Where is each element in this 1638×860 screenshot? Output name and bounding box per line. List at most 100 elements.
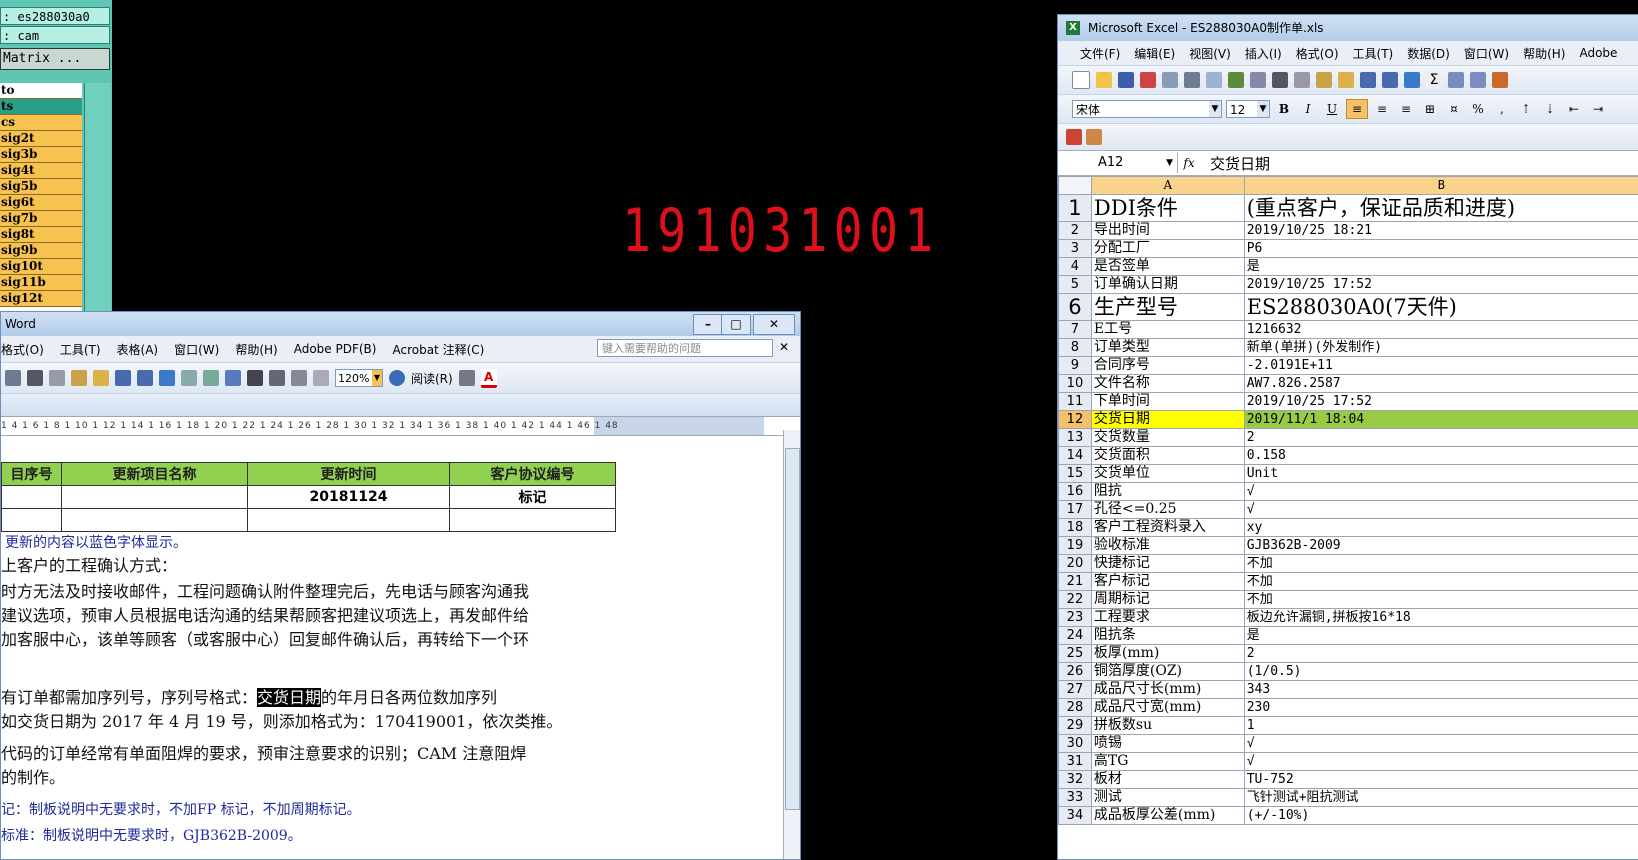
table-row[interactable]: 15交货单位Unit xyxy=(1059,465,1638,483)
word-menu-adobe-pdf[interactable]: Adobe PDF(B) xyxy=(294,342,377,356)
spelling-icon[interactable] xyxy=(1228,72,1244,88)
row-header[interactable]: 33 xyxy=(1059,789,1092,807)
row-header[interactable]: 8 xyxy=(1059,339,1092,357)
word-menu-tools[interactable]: 工具(T) xyxy=(60,341,101,358)
percent-icon[interactable]: % xyxy=(1468,100,1488,118)
table-row[interactable]: 18客户工程资料录入xy xyxy=(1059,519,1638,537)
print-preview-icon[interactable] xyxy=(1206,72,1222,88)
align-right-icon[interactable]: ≡ xyxy=(1396,100,1416,118)
cell-b[interactable]: 2019/10/25 18:21 xyxy=(1244,222,1638,240)
layer-item[interactable]: sig8t xyxy=(0,227,82,243)
cell-a[interactable]: 喷锡 xyxy=(1091,735,1244,753)
row-header[interactable]: 11 xyxy=(1059,393,1092,411)
cell-b[interactable]: Unit xyxy=(1244,465,1638,483)
row-header[interactable]: 31 xyxy=(1059,753,1092,771)
cell-a[interactable]: 生产型号 xyxy=(1091,294,1244,321)
cut-icon[interactable] xyxy=(1272,72,1288,88)
cell-a[interactable]: 文件名称 xyxy=(1091,375,1244,393)
sort-ascending-icon[interactable] xyxy=(1448,72,1464,88)
excel-menu-window[interactable]: 窗口(W) xyxy=(1464,45,1509,62)
insert-excel-icon[interactable] xyxy=(225,370,241,386)
help-icon[interactable] xyxy=(389,370,405,386)
cell-a[interactable]: 工程要求 xyxy=(1091,609,1244,627)
fx-icon[interactable]: fx xyxy=(1178,156,1200,170)
font-size-select[interactable]: 12 ▼ xyxy=(1226,100,1270,118)
row-header[interactable]: 19 xyxy=(1059,537,1092,555)
row-header[interactable]: 2 xyxy=(1059,222,1092,240)
cell-a[interactable]: 板材 xyxy=(1091,771,1244,789)
new-icon[interactable] xyxy=(1072,71,1090,89)
row-header[interactable]: 3 xyxy=(1059,240,1092,258)
row-header[interactable]: 12 xyxy=(1059,411,1092,429)
column-header-b[interactable]: B xyxy=(1244,177,1638,195)
table-row[interactable]: 31高TG√ xyxy=(1059,753,1638,771)
permission-icon[interactable] xyxy=(1140,72,1156,88)
cell-a[interactable]: 拼板数su xyxy=(1091,717,1244,735)
redo-icon[interactable] xyxy=(137,370,153,386)
cell-b[interactable]: 2019/10/25 17:52 xyxy=(1244,276,1638,294)
table-row[interactable]: 9合同序号-2.0191E+11 xyxy=(1059,357,1638,375)
row-header[interactable]: 24 xyxy=(1059,627,1092,645)
excel-menu-insert[interactable]: 插入(I) xyxy=(1245,45,1282,62)
drawing-icon[interactable] xyxy=(269,370,285,386)
cell-b[interactable]: GJB362B-2009 xyxy=(1244,537,1638,555)
cell-b[interactable]: √ xyxy=(1244,483,1638,501)
table-row[interactable]: 16阻抗√ xyxy=(1059,483,1638,501)
help-search-input[interactable]: 键入需要帮助的问题 xyxy=(597,339,773,357)
row-header[interactable]: 28 xyxy=(1059,699,1092,717)
undo-icon[interactable] xyxy=(115,370,131,386)
table-row[interactable]: 22周期标记不加 xyxy=(1059,591,1638,609)
document-map-icon[interactable] xyxy=(291,370,307,386)
italic-button[interactable]: I xyxy=(1298,100,1318,118)
cell-b[interactable]: 2 xyxy=(1244,429,1638,447)
cell-b[interactable]: √ xyxy=(1244,753,1638,771)
layer-item[interactable]: sig10t xyxy=(0,259,82,275)
cell-a[interactable]: 成品尺寸长(mm) xyxy=(1091,681,1244,699)
paste-icon[interactable] xyxy=(71,370,87,386)
cell-b[interactable]: -2.0191E+11 xyxy=(1244,357,1638,375)
row-header[interactable]: 10 xyxy=(1059,375,1092,393)
table-row[interactable]: 26铜箔厚度(OZ)(1/0.5) xyxy=(1059,663,1638,681)
table-cell[interactable] xyxy=(2,509,62,532)
table-row[interactable]: 10文件名称AW7.826.2587 xyxy=(1059,375,1638,393)
align-center-icon[interactable]: ≡ xyxy=(1372,100,1392,118)
cell-a[interactable]: 导出时间 xyxy=(1091,222,1244,240)
cell-b[interactable]: ES288030A0(7天件) xyxy=(1244,294,1638,321)
cell-a[interactable]: 验收标准 xyxy=(1091,537,1244,555)
row-header[interactable]: 16 xyxy=(1059,483,1092,501)
zoom-select[interactable]: 120% ▼ xyxy=(335,369,383,387)
cell-a[interactable]: 交货数量 xyxy=(1091,429,1244,447)
table-row[interactable]: 25板厚(mm)2 xyxy=(1059,645,1638,663)
paste-icon[interactable] xyxy=(1316,72,1332,88)
row-header[interactable]: 25 xyxy=(1059,645,1092,663)
vertical-scrollbar[interactable] xyxy=(783,430,800,860)
layer-item[interactable]: sig12t xyxy=(0,291,82,307)
word-menu-window[interactable]: 窗口(W) xyxy=(174,341,219,358)
close-document-icon[interactable]: ✕ xyxy=(779,340,789,354)
hyperlink-icon[interactable] xyxy=(159,370,175,386)
cell-b[interactable]: 1216632 xyxy=(1244,321,1638,339)
cell-b[interactable]: 板边允许漏铜,拼板按16*18 xyxy=(1244,609,1638,627)
column-header-a[interactable]: A xyxy=(1091,177,1244,195)
cell-a[interactable]: DDI条件 xyxy=(1091,195,1244,222)
row-header[interactable]: 26 xyxy=(1059,663,1092,681)
horizontal-ruler[interactable]: 1 4 1 6 1 8 1 10 1 12 1 14 1 16 1 18 1 2… xyxy=(1,416,800,436)
formula-input[interactable]: 交货日期 xyxy=(1200,153,1270,174)
layer-item[interactable]: sig5b xyxy=(0,179,82,195)
cell-a[interactable]: 阻抗 xyxy=(1091,483,1244,501)
insert-table-icon[interactable] xyxy=(203,370,219,386)
cell-a[interactable]: 快捷标记 xyxy=(1091,555,1244,573)
layer-item[interactable]: sig7b xyxy=(0,211,82,227)
table-row[interactable]: 17孔径<=0.25√ xyxy=(1059,501,1638,519)
cell-b[interactable]: 0.158 xyxy=(1244,447,1638,465)
layer-item[interactable]: sig11b xyxy=(0,275,82,291)
read-button[interactable]: 阅读(R) xyxy=(411,370,453,387)
increase-decimal-icon[interactable]: ⇡ xyxy=(1516,100,1536,118)
name-box[interactable]: A12 ▼ xyxy=(1058,153,1178,173)
row-header[interactable]: 21 xyxy=(1059,573,1092,591)
table-row[interactable]: 29拼板数su1 xyxy=(1059,717,1638,735)
cell-a[interactable]: 订单类型 xyxy=(1091,339,1244,357)
format-painter-icon[interactable] xyxy=(93,370,109,386)
table-row[interactable]: 24阻抗条是 xyxy=(1059,627,1638,645)
chart-wizard-icon[interactable] xyxy=(1492,72,1508,88)
